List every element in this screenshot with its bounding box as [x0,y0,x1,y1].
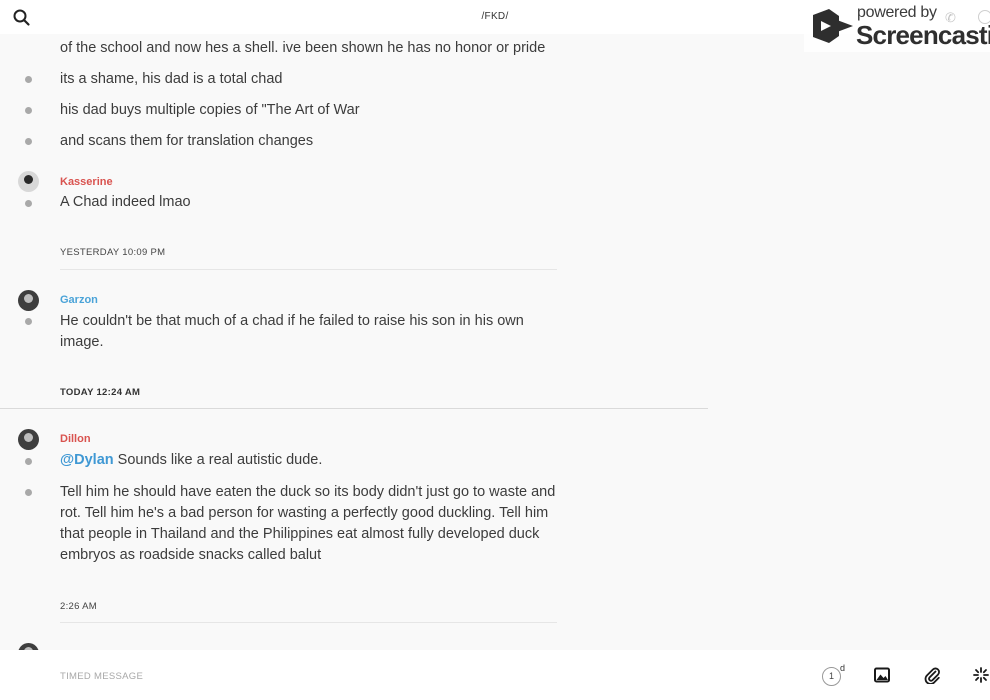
avatar-dillon[interactable] [18,429,39,450]
avatar-kasserine[interactable] [18,171,39,192]
timestamp-divider: YESTERDAY 10:09 PM [60,247,166,258]
message-text: that people in Thailand and the Philippi… [60,526,540,542]
timestamp-divider: 2:26 AM [60,601,97,612]
message-bullet [25,318,32,325]
author-kasserine[interactable]: Kasserine [60,176,113,188]
divider [60,269,557,270]
message-text: @Dylan Sounds like a real autistic dude. [60,450,560,471]
message-text: of the school and now hes a shell. ive b… [60,40,546,56]
message-bullet [25,200,32,207]
timer-unit: d [840,663,846,673]
message-text: his dad buys multiple copies of "The Art… [60,102,360,118]
message-bullet [25,458,32,465]
divider [60,622,557,623]
message-feed[interactable]: of the school and now hes a shell. ive b… [0,34,990,650]
paperclip-icon[interactable] [923,666,941,685]
avatar-partial[interactable] [18,643,39,650]
message-input[interactable] [60,666,760,686]
image-icon[interactable] [873,666,891,684]
author-garzon[interactable]: Garzon [60,294,98,306]
info-icon[interactable] [978,10,990,24]
message-bullet [25,76,32,83]
message-text: image. [60,334,104,350]
message-text: A Chad indeed lmao [60,194,191,210]
message-text: He couldn't be that much of a chad if he… [60,313,524,329]
message-bullet [25,489,32,496]
message-text: embryos as roadside snacks called balut [60,547,322,563]
divider [0,408,708,409]
sparkle-icon[interactable] [972,666,990,684]
message-text: Tell him he should have eaten the duck s… [60,484,556,500]
author-dillon[interactable]: Dillon [60,433,91,445]
composer-bar: 1 d [0,650,990,700]
message-text: rot. Tell him he's a bad person for wast… [60,505,549,521]
phone-icon[interactable]: ✆ [945,10,956,26]
message-text: and scans them for translation changes [60,133,314,149]
message-bullet [25,138,32,145]
timer-value: 1 [822,667,841,686]
message-text-span: Sounds like a real autistic dude. [113,452,323,468]
timestamp-divider: TODAY 12:24 AM [60,387,141,398]
avatar-garzon[interactable] [18,290,39,311]
message-bullet [25,107,32,114]
timer-button[interactable]: 1 d [822,663,848,686]
mention-link[interactable]: @Dylan [60,452,114,468]
message-text: its a shame, his dad is a total chad [60,71,283,87]
